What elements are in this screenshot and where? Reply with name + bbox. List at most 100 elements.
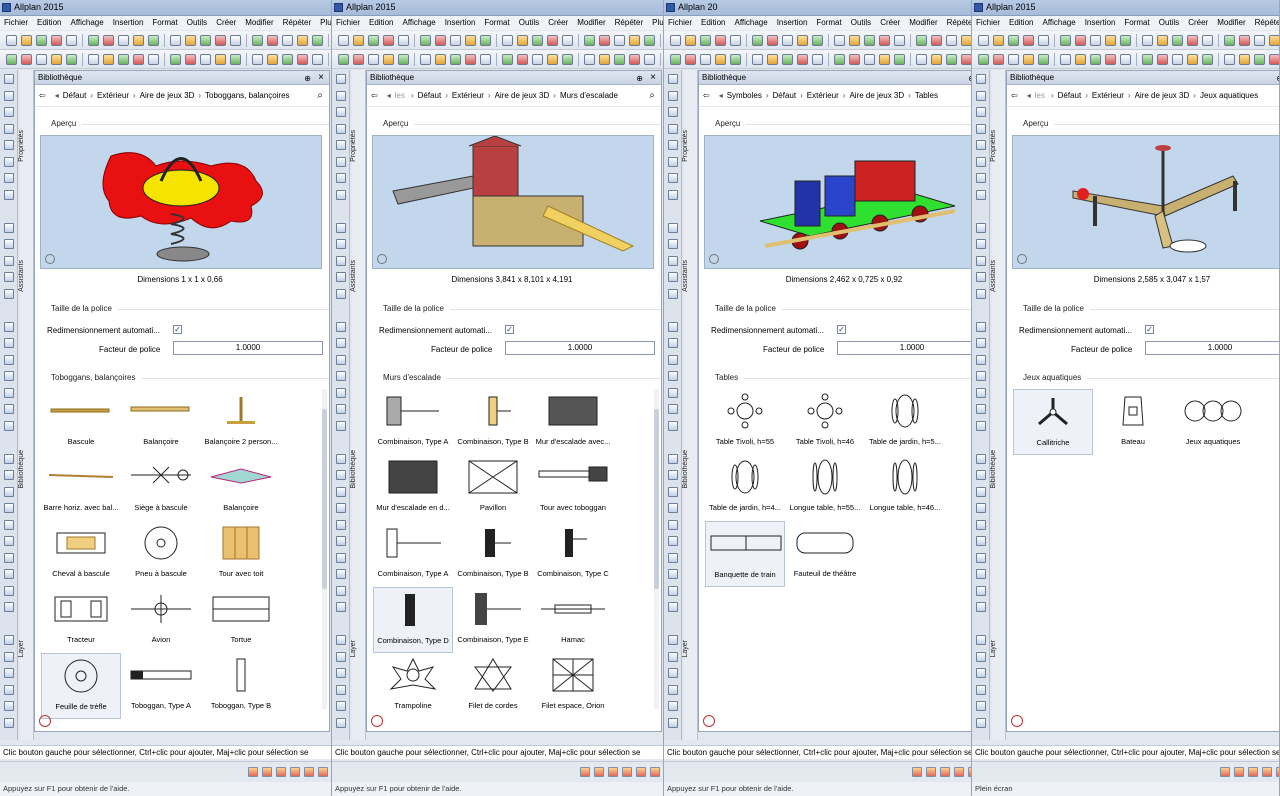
status-tool-icon[interactable] xyxy=(290,767,300,777)
tool-icon[interactable] xyxy=(435,54,446,65)
chevron-left-icon[interactable]: ◂ xyxy=(387,91,391,100)
view-icon[interactable] xyxy=(377,254,387,264)
tool-icon[interactable] xyxy=(644,54,655,65)
tool-icon[interactable] xyxy=(946,54,957,65)
status-tool-icon[interactable] xyxy=(318,767,328,777)
side-tool-icon[interactable] xyxy=(668,288,678,299)
symbol-item[interactable]: Mur d'escalade avec... xyxy=(533,389,613,455)
favorite-icon[interactable] xyxy=(371,715,383,727)
breadcrumb-item[interactable]: Extérieur xyxy=(97,91,129,100)
tool-icon[interactable] xyxy=(730,54,741,65)
tool-icon[interactable] xyxy=(1187,54,1198,65)
tool-icon[interactable] xyxy=(700,35,711,46)
tool-icon[interactable] xyxy=(599,35,610,46)
side-tool-icon[interactable] xyxy=(4,536,14,546)
menu-2[interactable]: Affichage xyxy=(402,18,435,27)
side-tool-icon[interactable] xyxy=(336,222,346,233)
tool-icon[interactable] xyxy=(1224,35,1235,46)
tool-icon[interactable] xyxy=(88,35,99,46)
tool-icon[interactable] xyxy=(849,54,860,65)
tool-icon[interactable] xyxy=(465,35,476,46)
tool-icon[interactable] xyxy=(812,35,823,46)
auto-resize-checkbox[interactable]: ✓ xyxy=(505,325,514,334)
tool-icon[interactable] xyxy=(252,35,263,46)
tool-icon[interactable] xyxy=(894,35,905,46)
tool-icon[interactable] xyxy=(1075,54,1086,65)
side-tool-icon[interactable] xyxy=(4,701,14,711)
tool-icon[interactable] xyxy=(1060,54,1071,65)
tool-icon[interactable] xyxy=(1187,35,1198,46)
tool-icon[interactable] xyxy=(353,54,364,65)
menu-7[interactable]: Modifier xyxy=(245,18,273,27)
side-tool-icon[interactable] xyxy=(668,585,678,596)
tool-icon[interactable] xyxy=(282,35,293,46)
side-tool-icon[interactable] xyxy=(668,404,678,414)
side-tool-icon[interactable] xyxy=(336,173,346,183)
scrollbar[interactable] xyxy=(322,389,327,709)
side-tool-icon[interactable] xyxy=(4,684,14,695)
side-tool-icon[interactable] xyxy=(336,123,346,134)
side-tool-icon[interactable] xyxy=(976,404,986,414)
tool-icon[interactable] xyxy=(170,35,181,46)
side-tool-icon[interactable] xyxy=(976,453,986,464)
side-tool-icon[interactable] xyxy=(668,569,678,579)
search-icon[interactable]: ⌕ xyxy=(317,85,323,106)
tool-icon[interactable] xyxy=(338,54,349,65)
menu-8[interactable]: Répéter xyxy=(1255,18,1279,27)
tool-icon[interactable] xyxy=(931,35,942,46)
tool-icon[interactable] xyxy=(1269,54,1279,65)
menu-4[interactable]: Format xyxy=(816,18,841,27)
symbol-item[interactable]: Jeux aquatiques xyxy=(1173,389,1253,455)
side-tool-icon[interactable] xyxy=(976,156,986,167)
chevron-left-icon[interactable]: ◂ xyxy=(719,91,723,100)
side-tool-icon[interactable] xyxy=(976,503,986,513)
tool-icon[interactable] xyxy=(931,54,942,65)
tool-icon[interactable] xyxy=(200,35,211,46)
view-icon[interactable] xyxy=(709,254,719,264)
side-tool-icon[interactable] xyxy=(976,486,986,497)
palette-tab-assist[interactable]: Assistants xyxy=(990,260,1006,292)
tool-icon[interactable] xyxy=(1038,35,1049,46)
side-tool-icon[interactable] xyxy=(4,668,14,678)
symbol-item[interactable]: Combinaison, Type C xyxy=(533,521,613,587)
side-tool-icon[interactable] xyxy=(976,519,986,530)
tool-icon[interactable] xyxy=(465,54,476,65)
palette-tab-assist[interactable]: Assistants xyxy=(18,260,34,292)
status-tool-icon[interactable] xyxy=(1234,767,1244,777)
tool-icon[interactable] xyxy=(88,54,99,65)
side-tool-icon[interactable] xyxy=(4,222,14,233)
tool-icon[interactable] xyxy=(894,54,905,65)
tool-icon[interactable] xyxy=(133,35,144,46)
scroll-thumb[interactable] xyxy=(322,409,327,589)
symbol-item[interactable]: Table Tivoli, h=46 xyxy=(785,389,865,455)
side-tool-icon[interactable] xyxy=(976,90,986,101)
side-tool-icon[interactable] xyxy=(668,156,678,167)
side-tool-icon[interactable] xyxy=(4,321,14,332)
tool-icon[interactable] xyxy=(200,54,211,65)
side-tool-icon[interactable] xyxy=(4,156,14,167)
side-tool-icon[interactable] xyxy=(668,239,678,249)
menu-2[interactable]: Affichage xyxy=(70,18,103,27)
side-tool-icon[interactable] xyxy=(336,288,346,299)
font-factor-input[interactable]: 1.0000 xyxy=(505,341,655,355)
font-factor-input[interactable]: 1.0000 xyxy=(837,341,971,355)
menu-6[interactable]: Créer xyxy=(1188,18,1208,27)
menu-5[interactable]: Outils xyxy=(187,18,207,27)
symbol-item[interactable]: Filet espace, Orion xyxy=(533,653,613,719)
side-tool-icon[interactable] xyxy=(668,602,678,612)
tool-icon[interactable] xyxy=(51,54,62,65)
tool-icon[interactable] xyxy=(1023,35,1034,46)
pin-icon[interactable]: ⊕ xyxy=(636,72,643,85)
side-tool-icon[interactable] xyxy=(976,74,986,84)
side-tool-icon[interactable] xyxy=(336,585,346,596)
side-tool-icon[interactable] xyxy=(668,420,678,431)
side-tool-icon[interactable] xyxy=(4,585,14,596)
side-tool-icon[interactable] xyxy=(976,239,986,249)
side-tool-icon[interactable] xyxy=(336,321,346,332)
tool-icon[interactable] xyxy=(685,54,696,65)
side-tool-icon[interactable] xyxy=(976,371,986,381)
side-tool-icon[interactable] xyxy=(668,470,678,480)
side-tool-icon[interactable] xyxy=(976,717,986,728)
tool-icon[interactable] xyxy=(916,54,927,65)
scrollbar[interactable] xyxy=(654,389,659,709)
